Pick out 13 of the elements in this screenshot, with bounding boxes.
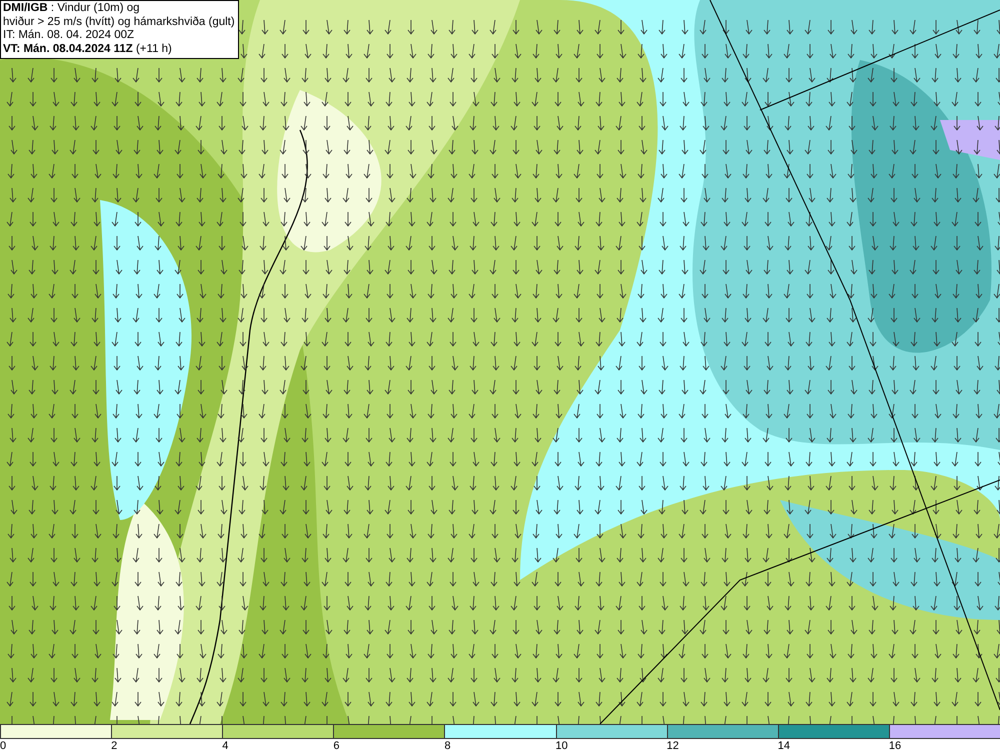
legend-tick-label: 12 — [666, 739, 679, 753]
title-line: IT: Mán. 08. 04. 2024 00Z — [3, 29, 136, 42]
legend-tick-label: 10 — [556, 739, 568, 753]
legend-tick-label: 14 — [778, 739, 790, 753]
legend-tick-label: 0 — [0, 739, 6, 753]
legend-tick-label: 8 — [444, 739, 451, 753]
legend-tick-label: 16 — [888, 739, 902, 753]
title-line: hviður > 25 m/s (hvítt) og hámarkshviða (gult) — [3, 16, 235, 29]
legend-tick-label: 2 — [111, 739, 118, 753]
legend-tick-label: 6 — [333, 739, 340, 753]
legend-tick-label: 4 — [222, 739, 228, 753]
title-line: DMI/IGB : Vindur (10m) og — [3, 2, 141, 16]
title-line: VT: Mán. 08.04.2024 11Z (+11 h) — [3, 42, 173, 56]
